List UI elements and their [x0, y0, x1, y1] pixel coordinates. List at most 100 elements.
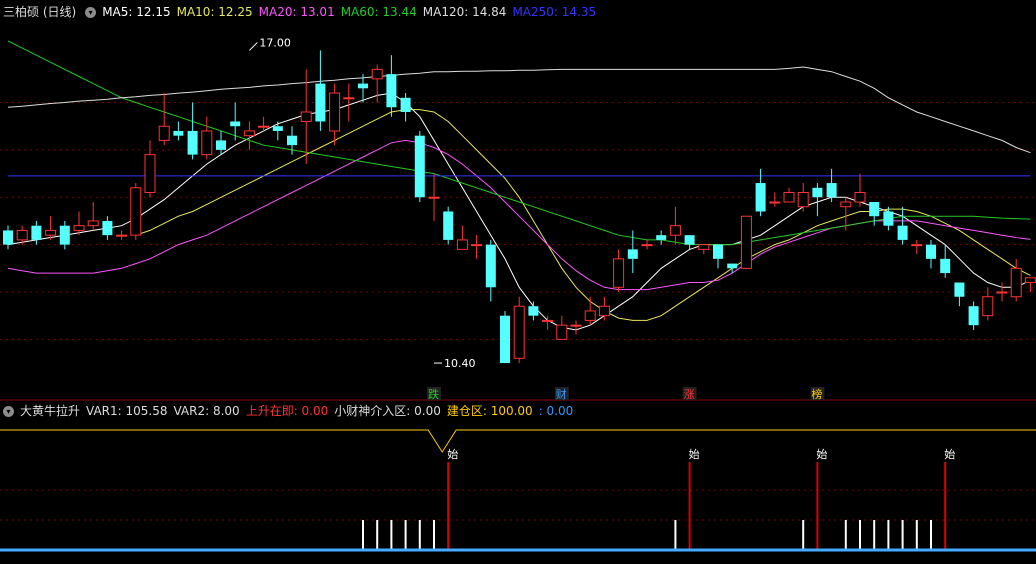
- candle-body: [187, 130, 198, 155]
- candle-body: [45, 229, 57, 236]
- candle-body: [911, 244, 923, 247]
- candle-body: [243, 130, 255, 137]
- chevron-down-icon[interactable]: ▾: [85, 6, 97, 18]
- candle-body: [500, 315, 510, 364]
- candle-body: [87, 220, 99, 227]
- build-position-label: 建仓区: 100.00: [446, 404, 533, 418]
- candle-body: [300, 111, 312, 122]
- candle-body: [528, 306, 539, 316]
- candle-body: [144, 154, 156, 194]
- candle-body: [371, 68, 383, 80]
- candle-body: [883, 211, 894, 226]
- candle-body: [443, 211, 454, 240]
- annotation-arrow: [249, 42, 258, 51]
- candle-body: [542, 319, 554, 322]
- candle-body: [740, 215, 752, 269]
- candle-body: [158, 125, 170, 141]
- candle-body: [968, 306, 979, 326]
- warehouse-line: [0, 429, 1036, 453]
- candle-body: [216, 140, 226, 150]
- ma5-label: MA5: 12.15: [102, 5, 171, 19]
- price-panel-header: 三柏硕 (日线) ▾ MA5: 12.15 MA10: 12.25 MA20: …: [0, 4, 602, 20]
- candle-body: [358, 83, 368, 89]
- candle-body: [684, 235, 695, 245]
- candle-body: [556, 324, 568, 340]
- candle-body: [1024, 277, 1036, 284]
- candle-body: [73, 225, 85, 231]
- event-marker: 涨: [684, 388, 695, 401]
- candle-body: [727, 263, 738, 269]
- candle-body: [485, 244, 496, 288]
- signal-label: 始: [689, 447, 700, 461]
- candle-body: [826, 183, 837, 198]
- candle-body: [641, 244, 653, 247]
- candle-body: [926, 244, 936, 259]
- stock-title: 三柏硕 (日线): [3, 5, 77, 19]
- candle-body: [897, 225, 908, 240]
- candle-body: [258, 125, 270, 128]
- ma60-label: MA60: 13.44: [340, 5, 417, 19]
- signal-label: 始: [944, 447, 955, 461]
- candle-body: [386, 74, 397, 108]
- candle-body: [940, 258, 951, 274]
- candle-body: [400, 97, 411, 112]
- candle-body: [428, 196, 440, 199]
- event-marker: 榜: [811, 387, 822, 401]
- candle-body: [869, 202, 880, 217]
- rising-soon-label: 上升在即: 0.00: [245, 404, 329, 418]
- candle-body: [812, 187, 823, 198]
- candle-body: [230, 121, 241, 127]
- candle-body: [16, 229, 28, 241]
- ma120-label: MA120: 14.84: [422, 5, 507, 19]
- candlestick-chart[interactable]: 17.00 10.40 跌 财 涨 榜始 始 始 始: [0, 0, 1036, 564]
- var1-label: VAR1: 105.58: [86, 404, 168, 418]
- candle-body: [656, 235, 667, 240]
- candle-body: [713, 244, 723, 259]
- candle-body: [287, 135, 297, 146]
- candle-body: [3, 230, 13, 245]
- candle-body: [598, 305, 610, 317]
- candle-body: [755, 183, 766, 212]
- candle-body: [854, 192, 866, 203]
- extra-value-label: : 0.00: [538, 404, 574, 418]
- candle-body: [513, 305, 525, 359]
- candle-body: [59, 225, 70, 245]
- event-marker: 跌: [428, 387, 439, 401]
- candle-body: [201, 130, 213, 156]
- chevron-down-icon[interactable]: ▾: [3, 405, 14, 417]
- candle-body: [116, 234, 128, 237]
- candle-body: [173, 130, 184, 136]
- candle-body: [31, 225, 42, 240]
- signal-label: 始: [447, 447, 458, 461]
- candle-body: [102, 220, 113, 236]
- candle-body: [669, 225, 681, 236]
- ma250-label: MA250: 14.35: [512, 5, 597, 19]
- candle-body: [613, 258, 625, 288]
- ma-line-ma10: [135, 109, 1031, 321]
- entry-zone-label: 小财神介入区: 0.00: [334, 404, 441, 418]
- ma10-label: MA10: 12.25: [176, 5, 253, 19]
- candle-body: [471, 244, 483, 247]
- candle-body: [570, 324, 582, 327]
- candle-body: [456, 239, 468, 250]
- price-annotation: 10.40: [444, 357, 476, 370]
- candle-body: [769, 201, 781, 204]
- indicator-panel-header: ▾ 大黄牛拉升 VAR1: 105.58 VAR2: 8.00 上升在即: 0.…: [0, 403, 579, 419]
- candle-body: [329, 92, 341, 132]
- candle-body: [996, 291, 1008, 294]
- var2-label: VAR2: 8.00: [173, 404, 240, 418]
- event-marker: 财: [556, 387, 567, 401]
- candle-body: [414, 135, 425, 198]
- candle-body: [130, 187, 142, 236]
- candle-body: [982, 296, 994, 317]
- candle-body: [954, 282, 965, 297]
- candle-body: [315, 83, 326, 122]
- candle-body: [584, 310, 596, 321]
- candle-body: [627, 249, 638, 259]
- ma20-label: MA20: 13.01: [258, 5, 335, 19]
- candle-body: [1010, 267, 1022, 298]
- candle-body: [797, 192, 809, 208]
- candle-body: [343, 97, 355, 100]
- candle-body: [783, 192, 795, 203]
- candle-body: [272, 126, 283, 131]
